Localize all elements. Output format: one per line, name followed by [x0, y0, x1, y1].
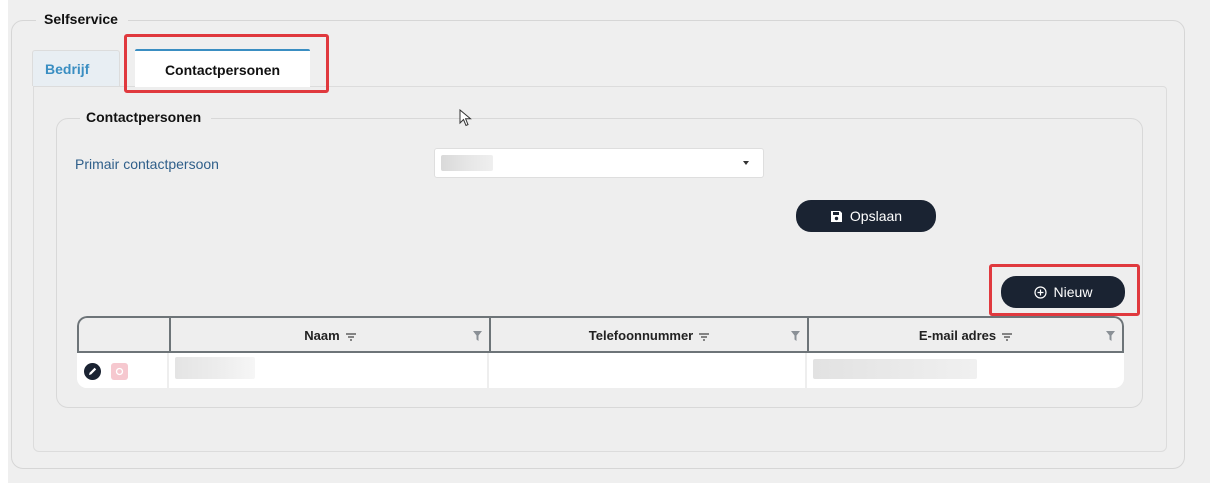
- filter-icon[interactable]: [1106, 331, 1115, 341]
- cell-telefoonnummer: [487, 353, 805, 388]
- caret-down-icon: [743, 161, 749, 165]
- filter-icon[interactable]: [791, 331, 800, 341]
- header-email[interactable]: E-mail adres: [807, 318, 1122, 351]
- contacts-grid: Naam Telefoonnummer E-mail adres: [77, 316, 1124, 388]
- save-label: Opslaan: [849, 208, 903, 224]
- header-actions: [79, 318, 169, 351]
- cell-naam: [167, 353, 487, 388]
- redacted-value: [813, 359, 977, 379]
- header-naam[interactable]: Naam: [169, 318, 489, 351]
- sort-icon[interactable]: [1002, 332, 1013, 341]
- header-telefoonnummer[interactable]: Telefoonnummer: [489, 318, 807, 351]
- row-actions: [77, 353, 167, 388]
- save-icon: [830, 210, 842, 222]
- header-telefoonnummer-label: Telefoonnummer: [588, 328, 694, 343]
- mouse-cursor-icon: [459, 109, 472, 127]
- section-title: Selfservice: [36, 11, 128, 27]
- header-naam-label: Naam: [304, 328, 340, 343]
- tab-bedrijf[interactable]: Bedrijf: [32, 50, 120, 86]
- sort-icon[interactable]: [345, 332, 356, 341]
- delete-icon[interactable]: [111, 363, 128, 380]
- contactpersonen-title: Contactpersonen: [80, 109, 212, 125]
- edit-icon[interactable]: [84, 363, 101, 380]
- primary-contact-label: Primair contactpersoon: [75, 156, 219, 172]
- highlight-box-tab: [124, 34, 329, 93]
- grid-header: Naam Telefoonnummer E-mail adres: [77, 316, 1124, 353]
- redacted-value: [175, 357, 255, 379]
- highlight-box-new: [989, 264, 1140, 316]
- table-row[interactable]: [77, 353, 1124, 388]
- filter-icon[interactable]: [473, 331, 482, 341]
- save-button[interactable]: Opslaan: [796, 200, 936, 232]
- primary-contact-select[interactable]: [434, 148, 764, 178]
- header-email-label: E-mail adres: [918, 328, 997, 343]
- redacted-value: [441, 155, 493, 171]
- sort-icon[interactable]: [699, 332, 710, 341]
- cell-email: [805, 353, 1124, 388]
